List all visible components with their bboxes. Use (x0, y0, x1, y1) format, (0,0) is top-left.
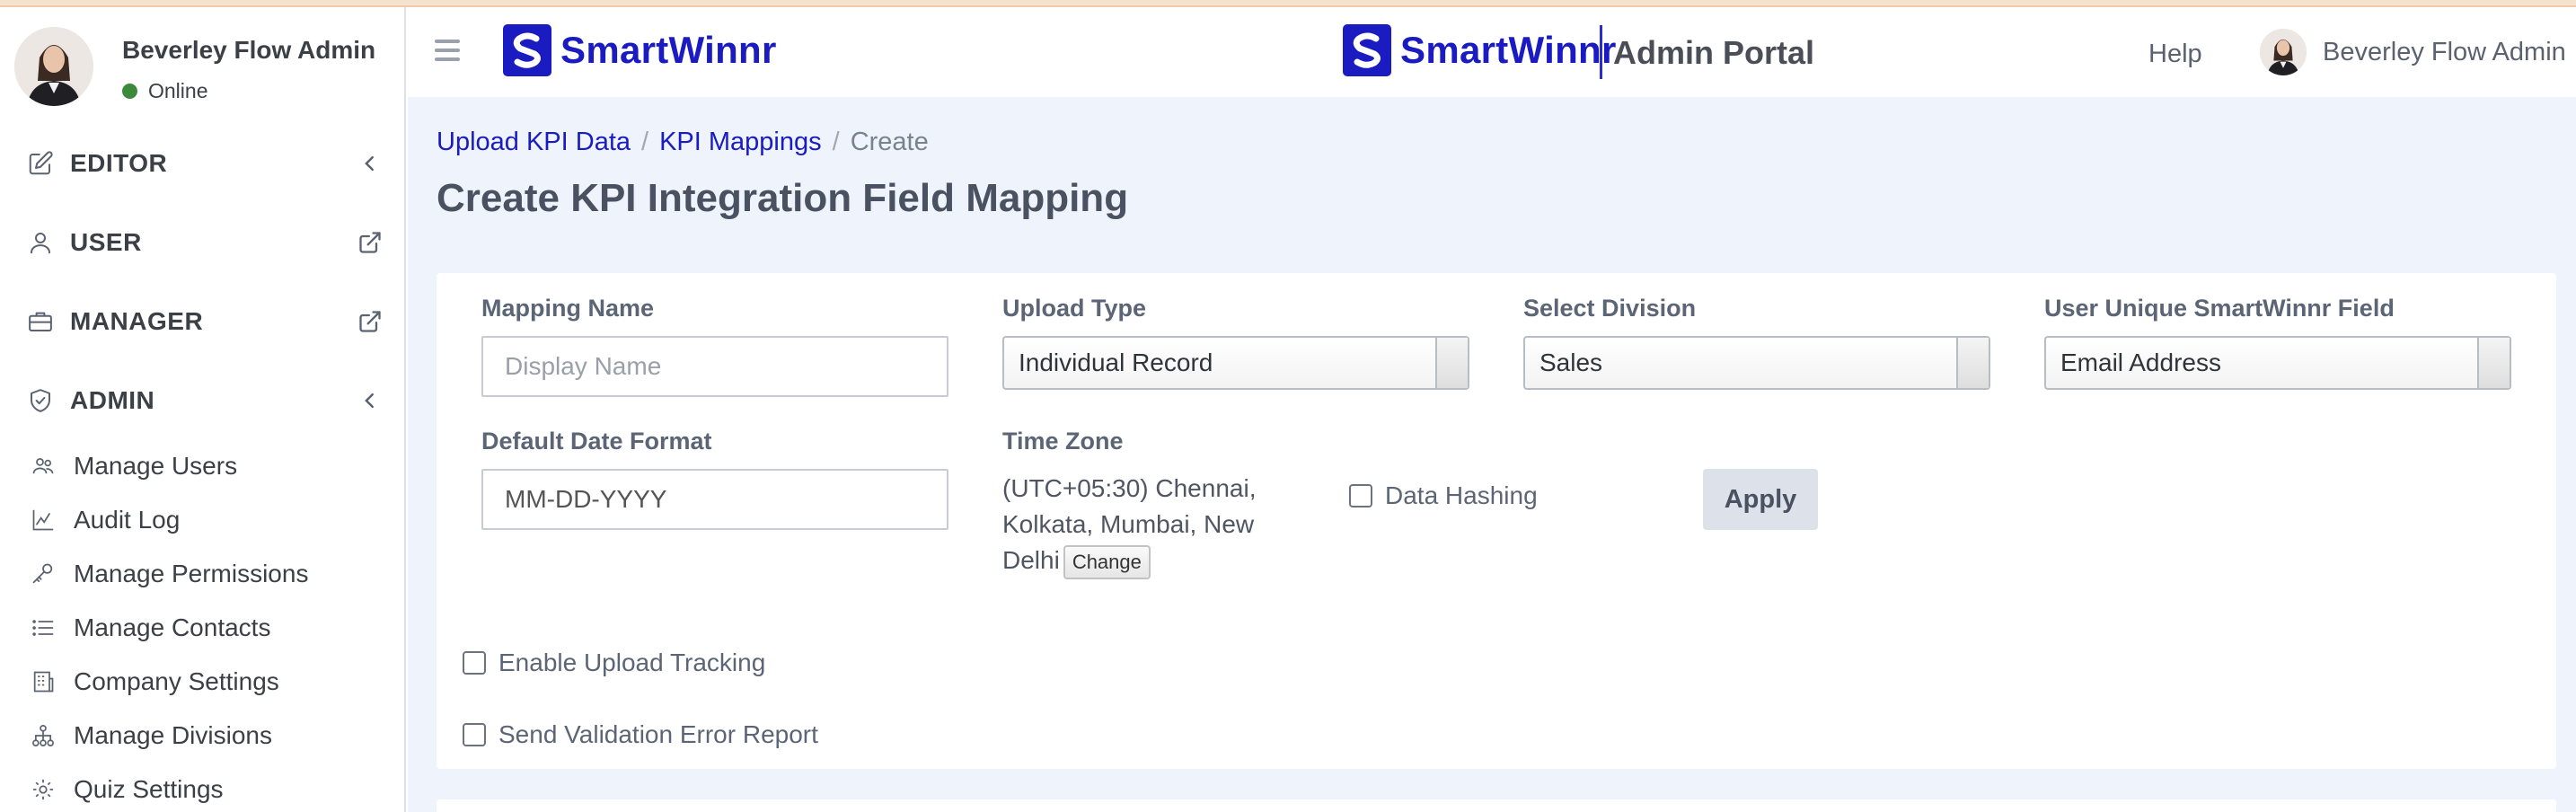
breadcrumb-current: Create (850, 128, 929, 156)
chevron-left-icon (356, 386, 384, 415)
time-zone-label: Time Zone (1002, 428, 1124, 455)
smartwinnr-logo-icon (1343, 24, 1391, 76)
sidebar-item-label: Quiz Settings (74, 775, 224, 803)
top-header: SmartWinnr SmartWinnr Admin Portal Help … (408, 7, 2576, 97)
validation-report-checkbox[interactable]: Send Validation Error Report (463, 720, 818, 749)
data-hashing-checkbox[interactable]: Data Hashing (1349, 481, 1538, 510)
upload-type-label: Upload Type (1002, 295, 1147, 322)
brand-logo[interactable]: SmartWinnr (503, 24, 777, 76)
dropdown-arrow-icon (1956, 338, 1989, 388)
upload-tracking-label: Enable Upload Tracking (498, 649, 766, 676)
next-card-edge (437, 799, 2556, 812)
sidebar-item-label: Company Settings (74, 667, 279, 695)
date-format-label: Default Date Format (481, 428, 712, 455)
upload-type-value: Individual Record (1019, 349, 1213, 376)
unique-field-value: Email Address (2060, 349, 2221, 376)
sidebar-section-user[interactable]: USER (25, 217, 384, 268)
sidebar-section-label: USER (70, 228, 142, 256)
center-brand-logo: SmartWinnr (1343, 24, 1617, 76)
upload-type-select[interactable]: Individual Record (1002, 336, 1469, 390)
mapping-name-input[interactable] (481, 336, 948, 397)
sidebar-item-manage-users[interactable]: Manage Users (29, 444, 388, 489)
data-hashing-label: Data Hashing (1385, 481, 1538, 509)
breadcrumb-separator: / (641, 128, 649, 156)
division-value: Sales (1539, 349, 1603, 376)
gear-icon (29, 775, 57, 804)
breadcrumb-kpi-mappings[interactable]: KPI Mappings (659, 128, 822, 157)
shield-icon (25, 385, 56, 416)
help-link[interactable]: Help (2148, 40, 2202, 69)
checkbox-icon[interactable] (1349, 484, 1372, 508)
division-label: Select Division (1523, 295, 1697, 322)
sidebar-section-manager[interactable]: MANAGER (25, 296, 384, 347)
avatar (2260, 29, 2307, 75)
online-dot-icon (122, 84, 137, 99)
breadcrumb-upload-kpi-data[interactable]: Upload KPI Data (437, 128, 631, 157)
window-top-stripe (0, 0, 2576, 7)
breadcrumb: Upload KPI Data / KPI Mappings / Create (437, 128, 929, 157)
sidebar-item-label: Manage Divisions (74, 721, 272, 749)
status-badge: Online (122, 79, 207, 103)
sidebar-item-quiz-settings[interactable]: Quiz Settings (29, 767, 388, 812)
checkbox-icon[interactable] (463, 651, 486, 675)
status-text: Online (148, 79, 208, 102)
external-link-icon[interactable] (356, 307, 384, 336)
sidebar-item-label: Audit Log (74, 506, 181, 534)
sidebar-user-panel: Beverley Flow Admin Online (14, 27, 392, 111)
checkbox-icon[interactable] (463, 723, 486, 746)
sidebar-user-name: Beverley Flow Admin (122, 36, 376, 64)
sidebar-item-label: Manage Users (74, 452, 238, 480)
header-user-name: Beverley Flow Admin (2323, 37, 2566, 66)
users-icon (29, 452, 57, 481)
sidebar-section-admin[interactable]: ADMIN (25, 375, 384, 426)
briefcase-icon (25, 306, 56, 337)
dropdown-arrow-icon (1435, 338, 1468, 388)
change-time-zone-button[interactable]: Change (1063, 544, 1151, 579)
sidebar-section-label: EDITOR (70, 149, 168, 177)
list-icon (29, 613, 57, 642)
sidebar-item-label: Manage Permissions (74, 560, 309, 587)
sidebar: Beverley Flow Admin Online EDITOR USER M… (0, 7, 406, 812)
sidebar-item-audit-log[interactable]: Audit Log (29, 498, 388, 543)
center-brand-name: SmartWinnr (1400, 29, 1617, 71)
breadcrumb-separator: / (832, 128, 840, 156)
sidebar-section-editor[interactable]: EDITOR (25, 138, 384, 189)
brand-name: SmartWinnr (560, 29, 777, 71)
key-icon (29, 560, 57, 588)
external-link-icon[interactable] (356, 228, 384, 257)
hierarchy-icon (29, 721, 57, 750)
upload-tracking-checkbox[interactable]: Enable Upload Tracking (463, 649, 765, 677)
main-content: Upload KPI Data / KPI Mappings / Create … (408, 97, 2576, 812)
line-chart-icon (29, 506, 57, 534)
sidebar-item-manage-divisions[interactable]: Manage Divisions (29, 713, 388, 758)
unique-field-label: User Unique SmartWinnr Field (2044, 295, 2395, 322)
header-divider (1600, 25, 1602, 79)
time-zone-display: (UTC+05:30) Chennai, Kolkata, Mumbai, Ne… (1002, 471, 1272, 579)
chevron-left-icon (356, 149, 384, 178)
apply-button[interactable]: Apply (1703, 469, 1818, 530)
sidebar-item-company-settings[interactable]: Company Settings (29, 659, 388, 704)
page-title: Create KPI Integration Field Mapping (437, 176, 1129, 220)
dropdown-arrow-icon (2477, 338, 2510, 388)
portal-title: Admin Portal (1613, 34, 1815, 71)
edit-icon (25, 148, 56, 179)
smartwinnr-logo-icon (503, 24, 551, 76)
unique-field-select[interactable]: Email Address (2044, 336, 2511, 390)
sidebar-section-label: ADMIN (70, 386, 155, 414)
validation-report-label: Send Validation Error Report (498, 720, 818, 748)
sidebar-item-manage-contacts[interactable]: Manage Contacts (29, 605, 388, 650)
building-icon (29, 667, 57, 696)
mapping-name-label: Mapping Name (481, 295, 655, 322)
hamburger-menu-icon[interactable] (435, 40, 460, 63)
user-icon (25, 227, 56, 258)
sidebar-item-manage-permissions[interactable]: Manage Permissions (29, 552, 388, 596)
sidebar-section-label: MANAGER (70, 307, 204, 335)
division-select[interactable]: Sales (1523, 336, 1990, 390)
sidebar-item-label: Manage Contacts (74, 613, 271, 641)
date-format-input[interactable] (481, 469, 948, 530)
header-user-menu[interactable]: Beverley Flow Admin (2260, 29, 2566, 75)
avatar (14, 27, 93, 106)
